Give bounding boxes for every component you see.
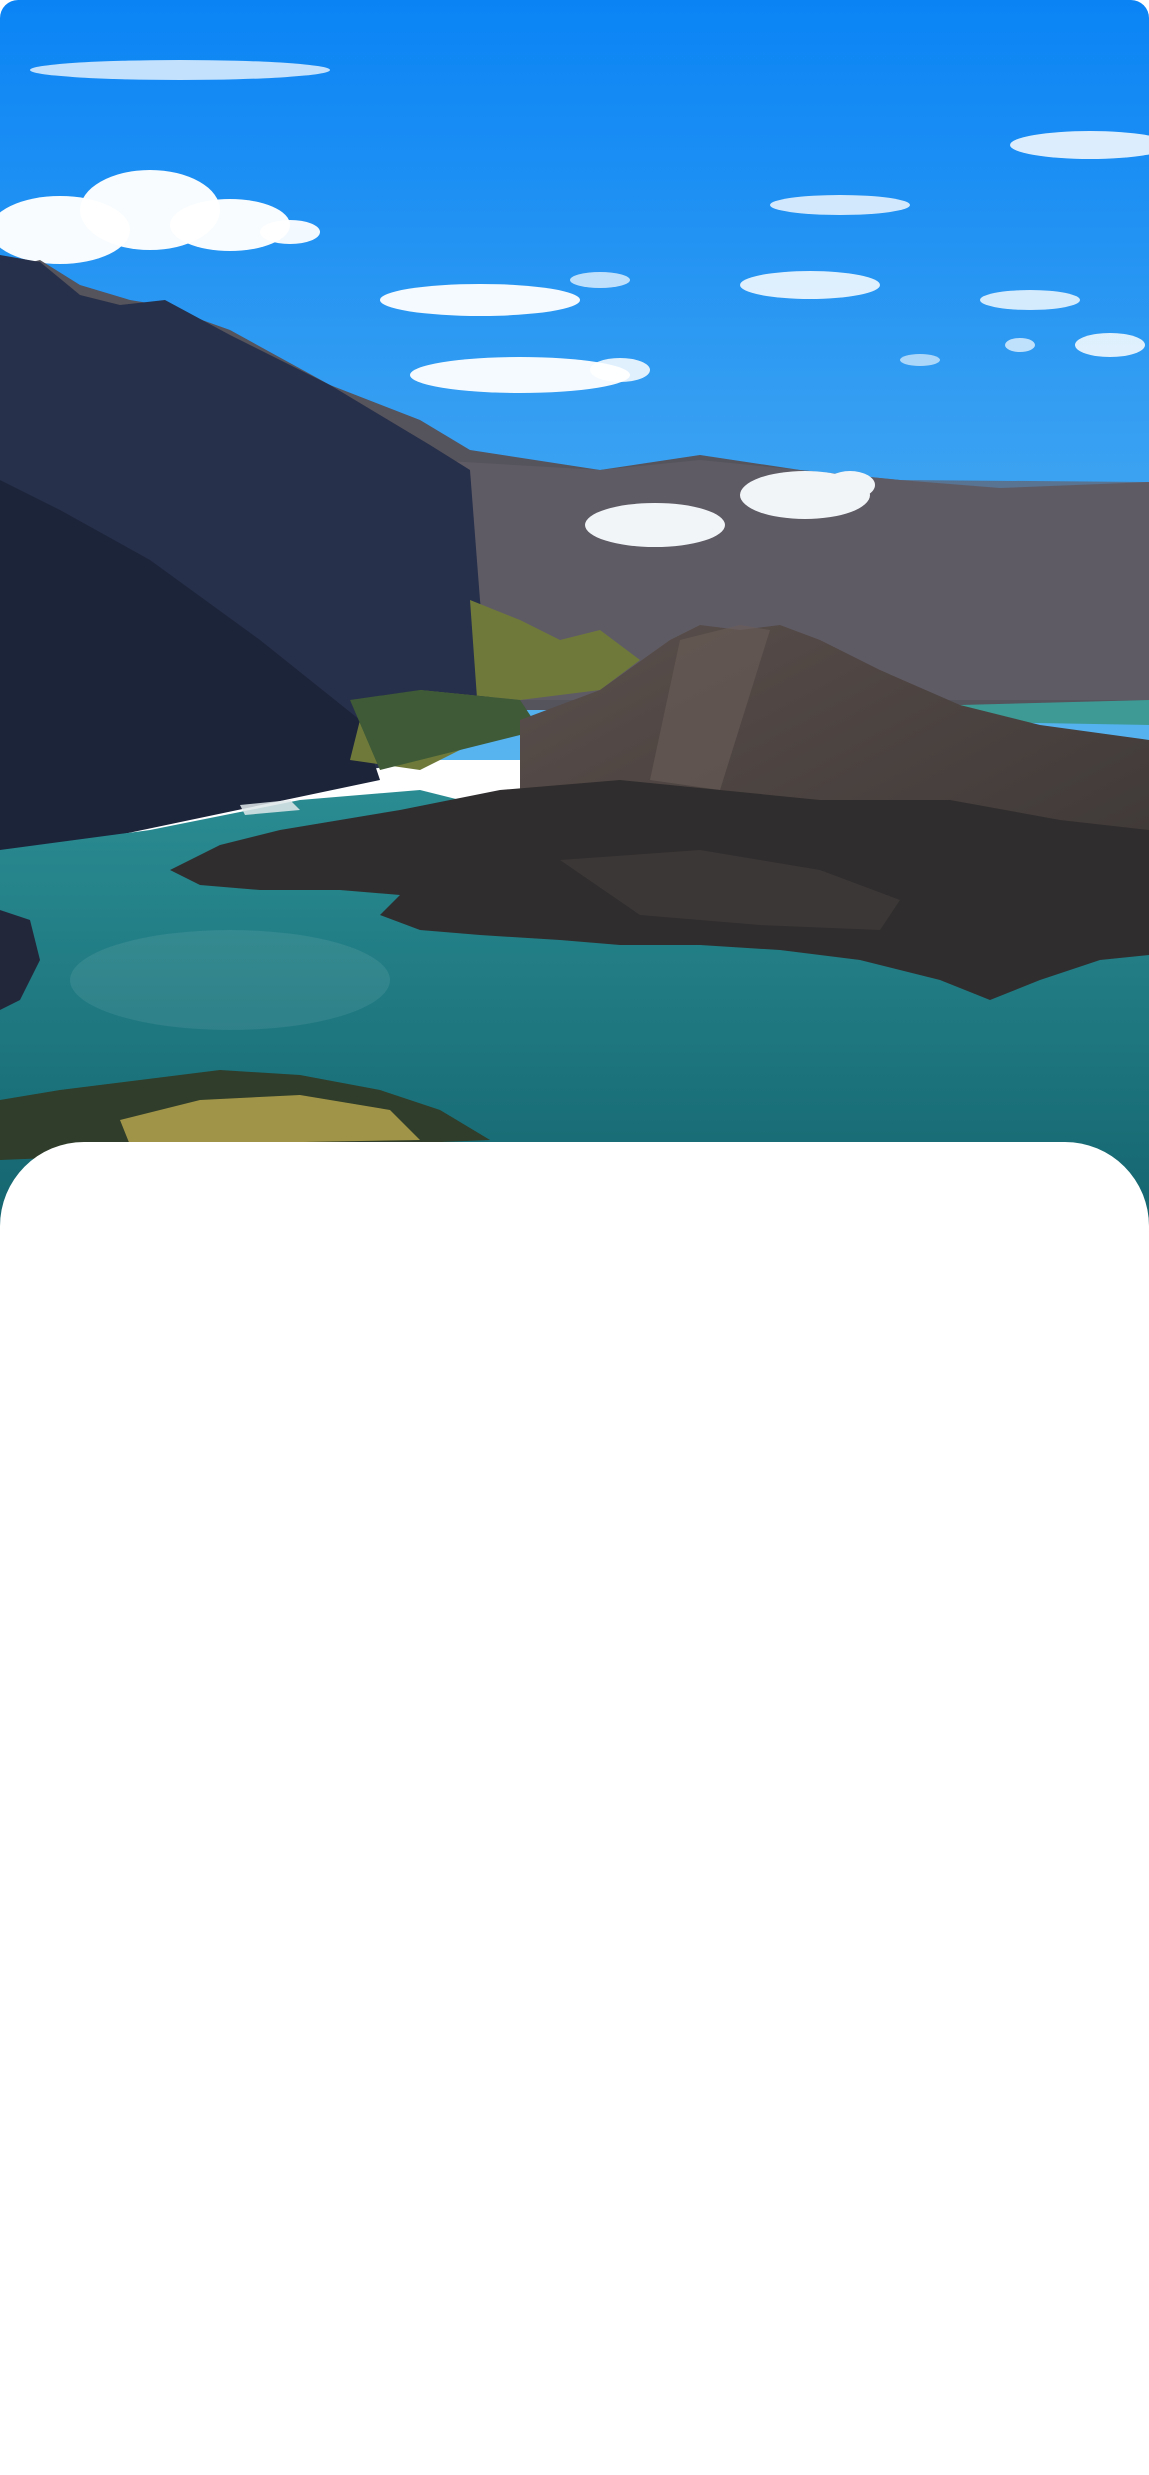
screen bbox=[0, 0, 1149, 2475]
landscape-illustration bbox=[0, 0, 1149, 1240]
bottom-sheet bbox=[0, 1142, 1149, 2475]
lake-reflection bbox=[70, 930, 390, 1030]
hero-image bbox=[0, 0, 1149, 1240]
